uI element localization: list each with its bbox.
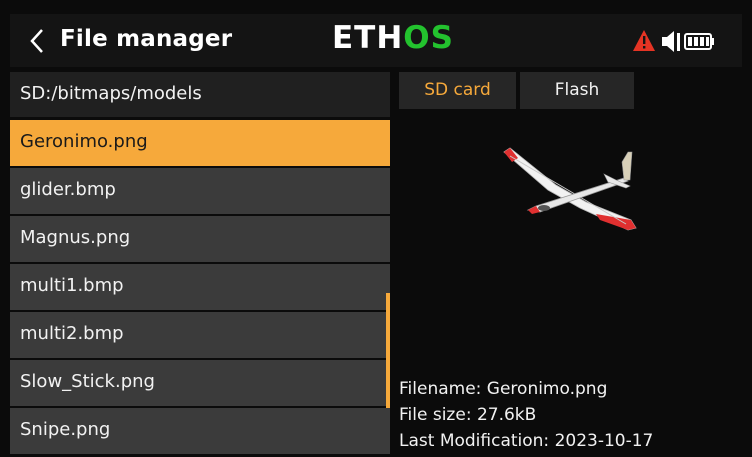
- ethos-logo: ETHOS: [332, 20, 454, 56]
- list-item[interactable]: glider.bmp: [10, 168, 390, 214]
- info-filename: Filename: Geronimo.png: [399, 379, 608, 399]
- warning-icon[interactable]: [633, 30, 655, 51]
- list-item[interactable]: multi2.bmp: [10, 312, 390, 358]
- list-scrollbar[interactable]: [386, 293, 390, 408]
- info-filesize: File size: 27.6kB: [399, 405, 537, 425]
- list-item[interactable]: Magnus.png: [10, 216, 390, 262]
- list-item[interactable]: multi1.bmp: [10, 264, 390, 310]
- model-preview-image: [496, 140, 646, 240]
- file-manager-screen: File manager ETHOS SD:/bitmaps/models Ge…: [0, 0, 752, 457]
- battery-icon[interactable]: [684, 33, 714, 50]
- list-item[interactable]: Geronimo.png: [10, 120, 390, 166]
- chevron-left-icon: [30, 29, 43, 53]
- status-icons: [632, 28, 732, 54]
- info-modified: Last Modification: 2023-10-17: [399, 431, 654, 451]
- tab-sd-card[interactable]: SD card: [399, 72, 516, 109]
- path-label: SD:/bitmaps/models: [20, 83, 202, 104]
- back-button[interactable]: [24, 26, 52, 56]
- list-item[interactable]: Slow_Stick.png: [10, 360, 390, 406]
- tab-flash[interactable]: Flash: [520, 72, 634, 109]
- current-path: SD:/bitmaps/models: [10, 72, 390, 117]
- page-title: File manager: [60, 26, 233, 52]
- list-item[interactable]: Snipe.png: [10, 408, 390, 454]
- header-bar: File manager ETHOS: [10, 14, 742, 67]
- file-list: Geronimo.png glider.bmp Magnus.png multi…: [10, 120, 390, 456]
- speaker-icon[interactable]: [662, 31, 680, 52]
